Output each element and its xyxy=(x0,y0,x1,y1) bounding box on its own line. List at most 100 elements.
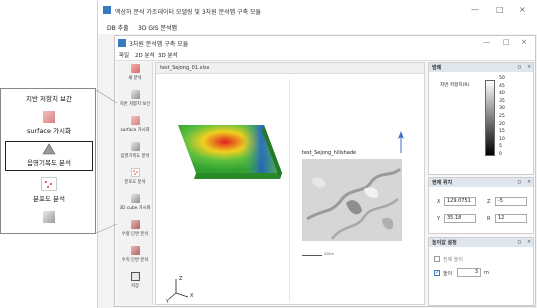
legend-tick: 30 xyxy=(499,106,505,112)
distribution-icon xyxy=(130,168,140,177)
tool-hillshade[interactable]: 음영기복도 분석 xyxy=(117,141,153,164)
view-tab-label: test_Sejong_01.xlsx xyxy=(160,65,210,71)
tool-label: 음영기복도 분석 xyxy=(120,154,150,159)
height-label: 높이 xyxy=(443,271,453,277)
legend-header: 범례 ㅁ × xyxy=(429,63,533,72)
inner-window-title: 3차원 분석맵 구축 모듈 xyxy=(129,41,189,48)
right-panels: 범례 ㅁ × 지반 저항치(R) 50 45 40 35 30 25 20 15 10 5 0 현재… xyxy=(428,62,534,306)
map-view-panel: test_Sejong_01.xlsx Z X Y test_Sejong_hi… xyxy=(155,62,425,305)
height-setting-title: 높이값 설정 xyxy=(432,240,457,246)
pin-icon[interactable]: ㅁ xyxy=(517,179,522,186)
callout-connectors xyxy=(95,89,118,234)
r-field[interactable]: 12 xyxy=(495,214,527,223)
pin-icon[interactable]: ㅁ xyxy=(517,64,522,71)
height-unit: m xyxy=(484,270,489,276)
tool-label: surface 가시화 xyxy=(120,128,150,133)
inner-close-icon[interactable]: × xyxy=(521,38,527,46)
x-label: X xyxy=(437,199,441,205)
scale-label: 50km xyxy=(324,252,334,256)
tool-vertical-section[interactable]: 수직 단면 분석 xyxy=(117,245,153,268)
tool-label: 분포도 분석 xyxy=(124,180,146,185)
legend-tick: 5 xyxy=(499,144,502,150)
horizontal-section-icon xyxy=(130,220,140,229)
panel-close-icon[interactable]: × xyxy=(527,179,531,185)
tool-label: 수평 단면 분석 xyxy=(121,232,149,237)
tool-label: 수직 단면 분석 xyxy=(121,258,149,263)
hillshade-map[interactable] xyxy=(302,159,402,241)
height-checkbox[interactable]: ✓ xyxy=(434,270,440,276)
axis-y-label: Y xyxy=(166,299,170,305)
tool-sidebar: 새 분석 지반 저항치 보간 surface 가시화 음영기복도 분석 분포도 … xyxy=(117,62,153,305)
y-field[interactable]: 35.18 xyxy=(444,214,476,223)
cube-visualization-icon xyxy=(130,194,140,203)
menu-2d-analysis[interactable]: 2D 분석 xyxy=(135,51,155,59)
z-label: Z xyxy=(487,199,491,205)
legend-tick: 50 xyxy=(499,76,505,81)
legend-label: 지반 저항치(R) xyxy=(440,83,470,88)
panel-close-icon[interactable]: × xyxy=(527,64,531,70)
outer-menubar: DB 추출 3D GIS 분석맵 xyxy=(98,22,537,34)
hillshade-title: test_Sejong_hillshade xyxy=(302,150,357,156)
inner-menubar: 파일 2D 분석 3D 분석 xyxy=(115,50,535,61)
legend-tick: 10 xyxy=(499,136,505,142)
tool-horizontal-section[interactable]: 수평 단면 분석 xyxy=(117,219,153,242)
axis-x-label: X xyxy=(190,293,194,299)
inner-minimize-icon[interactable]: — xyxy=(483,38,490,46)
tool-new-analysis[interactable]: 새 분석 xyxy=(117,63,153,86)
inner-titlebar: 3차원 분석맵 구축 모듈 — □ × xyxy=(115,36,535,50)
position-header: 현재 위치 ㅁ × xyxy=(429,178,533,187)
tool-cube-visualization[interactable]: 3D cube 가시화 xyxy=(117,193,153,216)
r-label: R xyxy=(487,216,491,222)
surface-visualization-icon xyxy=(130,116,140,125)
height-input[interactable]: 3 xyxy=(457,268,481,277)
tool-save[interactable]: 저장 xyxy=(117,271,153,294)
maximize-icon[interactable]: □ xyxy=(496,5,504,14)
inner-window: 3차원 분석맵 구축 모듈 — □ × 파일 2D 분석 3D 분석 새 분석 … xyxy=(114,35,536,307)
x-field[interactable]: 129.0751 xyxy=(444,197,476,206)
all-height-label: 전체 높이 xyxy=(443,257,463,263)
vertical-section-icon xyxy=(130,246,140,255)
menu-3d-analysis[interactable]: 3D 분석 xyxy=(158,51,178,59)
outer-titlebar: 맥상하 분석 가조데이터 모델링 및 3차원 분석맵 구축 모듈 — □ × xyxy=(98,0,537,22)
legend-tick: 0 xyxy=(499,152,502,157)
tool-label: 지반 저항치 보간 xyxy=(119,102,151,107)
legend-tick: 15 xyxy=(499,129,505,135)
tool-surface-visualization[interactable]: surface 가시화 xyxy=(117,115,153,138)
view-tab[interactable]: test_Sejong_01.xlsx xyxy=(156,63,424,74)
save-icon xyxy=(130,272,140,281)
legend-tick: 20 xyxy=(499,121,505,127)
tool-label: 3D cube 가시화 xyxy=(119,206,151,211)
all-height-checkbox[interactable] xyxy=(434,256,440,262)
new-analysis-icon xyxy=(130,64,140,73)
north-arrow-icon xyxy=(398,131,404,153)
tool-distribution[interactable]: 분포도 분석 xyxy=(117,167,153,190)
height-setting-panel: 높이값 설정 ㅁ × 전체 높이 ✓ 높이 3 m xyxy=(428,237,534,306)
pin-icon[interactable]: ㅁ xyxy=(517,239,522,246)
minimize-icon[interactable]: — xyxy=(471,5,479,14)
legend-tick: 40 xyxy=(499,91,505,97)
ground-interpolation-icon xyxy=(130,90,140,99)
close-icon[interactable]: × xyxy=(519,5,526,14)
panel-close-icon[interactable]: × xyxy=(527,239,531,245)
height-setting-header: 높이값 설정 ㅁ × xyxy=(429,238,533,247)
legend-tick: 35 xyxy=(499,98,505,104)
inner-maximize-icon[interactable]: □ xyxy=(503,38,510,46)
legend-tick: 25 xyxy=(499,114,505,119)
position-title: 현재 위치 xyxy=(432,180,453,186)
tool-ground-interpolation[interactable]: 지반 저항치 보간 xyxy=(117,89,153,112)
position-panel: 현재 위치 ㅁ × X 129.0751 Z -5 Y 35.18 R 12 xyxy=(428,177,534,234)
axis-z-label: Z xyxy=(179,276,183,282)
legend-tick: 45 xyxy=(499,83,505,89)
z-field[interactable]: -5 xyxy=(495,197,527,206)
tool-label: 새 분석 xyxy=(128,76,142,81)
hillshade-icon xyxy=(130,142,140,151)
menu-3d-gis[interactable]: 3D GIS 분석맵 xyxy=(138,23,177,32)
surface-3d-render[interactable] xyxy=(160,113,284,203)
legend-colorbar xyxy=(485,80,495,156)
menu-file[interactable]: 파일 xyxy=(119,51,129,59)
legend-title: 범례 xyxy=(432,65,442,71)
legend-panel: 범례 ㅁ × 지반 저항치(R) 50 45 40 35 30 25 20 15 10 5 0 xyxy=(428,62,534,175)
tool-label: 저장 xyxy=(131,284,139,289)
view-divider xyxy=(289,79,290,301)
scale-bar xyxy=(302,255,322,256)
